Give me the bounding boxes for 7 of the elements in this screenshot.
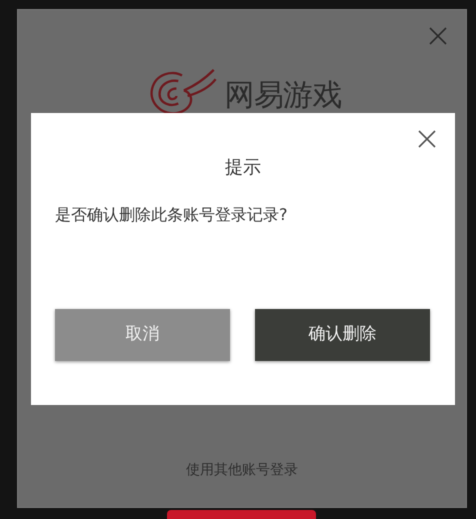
close-icon[interactable] (417, 129, 437, 149)
confirm-button[interactable]: 确认删除 (255, 309, 430, 361)
logo-text: 网易游戏 (224, 78, 342, 114)
alt-login-link[interactable]: 使用其他账号登录 (186, 460, 298, 481)
dialog-message: 是否确认删除此条账号登录记录? (55, 205, 288, 224)
cancel-button[interactable]: 取消 (55, 309, 230, 361)
dialog-title: 提示 (225, 156, 261, 180)
